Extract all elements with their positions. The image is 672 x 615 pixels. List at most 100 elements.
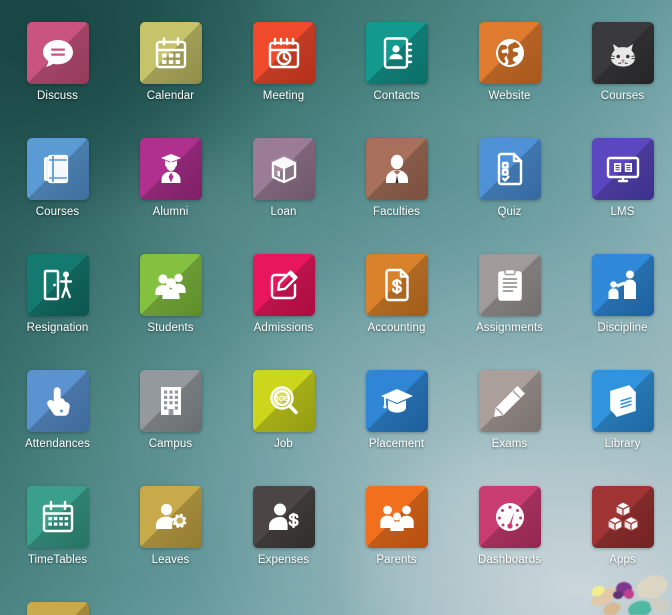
app-icon-campus-19[interactable]: Campus xyxy=(114,370,227,450)
app-tile[interactable] xyxy=(252,486,315,548)
app-icon-label: Expenses xyxy=(257,554,310,566)
app-tile[interactable] xyxy=(26,138,89,200)
calendar-grid-icon xyxy=(40,499,76,535)
pencil-icon xyxy=(492,383,528,419)
app-icon-label: Leaves xyxy=(151,554,190,566)
app-icon-calendar-1[interactable]: Calendar xyxy=(114,22,227,102)
app-icon-label: Faculties xyxy=(373,206,420,218)
app-icon-job-20[interactable]: JOB Job xyxy=(227,370,340,450)
job-search-icon: JOB xyxy=(266,383,302,419)
edit-square-icon xyxy=(266,267,302,303)
app-icon-lms-11[interactable]: LMS xyxy=(566,138,672,218)
app-icon-label: Job xyxy=(274,438,293,450)
app-tile[interactable] xyxy=(139,254,202,316)
box-alert-icon xyxy=(266,151,302,187)
app-tile[interactable] xyxy=(139,138,202,200)
monitor-book-icon xyxy=(605,151,641,187)
app-tile[interactable] xyxy=(478,138,541,200)
dollar-document-icon xyxy=(379,267,415,303)
app-icon-loan-8[interactable]: Loan xyxy=(227,138,340,218)
graduation-cap-icon xyxy=(379,383,415,419)
app-icon-dashboards-28[interactable]: Dashboards xyxy=(453,486,566,566)
app-tile[interactable] xyxy=(252,138,315,200)
globe-icon xyxy=(492,35,528,71)
app-tile[interactable] xyxy=(26,602,89,615)
app-tile[interactable] xyxy=(478,486,541,548)
app-icon-label: Exams xyxy=(491,438,528,450)
app-tile[interactable] xyxy=(591,486,654,548)
app-tile[interactable] xyxy=(365,22,428,84)
app-icon-discuss-0[interactable]: Discuss xyxy=(1,22,114,102)
app-icon-settings-30[interactable]: Settings xyxy=(1,602,114,615)
app-icon-label: LMS xyxy=(610,206,635,218)
app-icon-contacts-3[interactable]: Contacts xyxy=(340,22,453,102)
app-icon-courses-5[interactable]: Courses xyxy=(566,22,672,102)
app-tile[interactable]: JOB xyxy=(252,370,315,432)
speech-bubble-icon xyxy=(40,35,76,71)
app-icon-label: Parents xyxy=(376,554,417,566)
app-tile[interactable] xyxy=(478,370,541,432)
app-icon-label: Discuss xyxy=(37,90,78,102)
app-icon-accounting-15[interactable]: Accounting xyxy=(340,254,453,334)
app-tile[interactable] xyxy=(252,254,315,316)
calendar-clock-icon xyxy=(266,35,302,71)
app-tile[interactable] xyxy=(26,254,89,316)
app-tile[interactable] xyxy=(591,254,654,316)
app-icon-quiz-10[interactable]: Quiz xyxy=(453,138,566,218)
app-tile[interactable] xyxy=(478,22,541,84)
app-tile[interactable] xyxy=(26,22,89,84)
hand-pointer-icon xyxy=(40,383,76,419)
gauge-icon xyxy=(492,499,528,535)
checklist-doc-icon xyxy=(492,151,528,187)
app-icon-students-13[interactable]: Students xyxy=(114,254,227,334)
app-tile[interactable] xyxy=(26,370,89,432)
graduate-person-icon xyxy=(153,151,189,187)
app-icon-library-23[interactable]: Library xyxy=(566,370,672,450)
app-icon-label: Library xyxy=(604,438,641,450)
app-icon-label: Students xyxy=(147,322,194,334)
app-tile[interactable] xyxy=(591,22,654,84)
exit-door-icon xyxy=(40,267,76,303)
cat-face-icon xyxy=(605,35,641,71)
app-tile[interactable] xyxy=(591,138,654,200)
app-tile[interactable] xyxy=(365,370,428,432)
app-icon-admissions-14[interactable]: Admissions xyxy=(227,254,340,334)
app-icon-label: Campus xyxy=(148,438,193,450)
app-icon-faculties-9[interactable]: Faculties xyxy=(340,138,453,218)
app-tile[interactable] xyxy=(365,254,428,316)
app-icon-resignation-12[interactable]: Resignation xyxy=(1,254,114,334)
app-tile[interactable] xyxy=(139,370,202,432)
app-icon-meeting-2[interactable]: Meeting xyxy=(227,22,340,102)
app-icon-label: Dashboards xyxy=(477,554,541,566)
app-icon-discipline-17[interactable]: Discipline xyxy=(566,254,672,334)
app-tile[interactable] xyxy=(591,370,654,432)
app-icon-label: Resignation xyxy=(26,322,89,334)
books-icon xyxy=(40,151,76,187)
book-icon xyxy=(605,383,641,419)
app-icon-leaves-25[interactable]: Leaves xyxy=(114,486,227,566)
clipboard-icon xyxy=(492,267,528,303)
app-tile[interactable] xyxy=(139,22,202,84)
app-icon-attendances-18[interactable]: Attendances xyxy=(1,370,114,450)
app-tile[interactable] xyxy=(252,22,315,84)
app-tile[interactable] xyxy=(365,486,428,548)
app-icon-label: Discipline xyxy=(597,322,648,334)
app-icon-courses-6[interactable]: Courses xyxy=(1,138,114,218)
app-icon-placement-21[interactable]: Placement xyxy=(340,370,453,450)
family-icon xyxy=(379,499,415,535)
app-icon-label: Website xyxy=(488,90,531,102)
app-tile[interactable] xyxy=(139,486,202,548)
app-icon-assignments-16[interactable]: Assignments xyxy=(453,254,566,334)
app-icon-label: Loan xyxy=(270,206,297,218)
app-icon-apps-29[interactable]: Apps xyxy=(566,486,672,566)
app-tile[interactable] xyxy=(26,486,89,548)
app-icon-exams-22[interactable]: Exams xyxy=(453,370,566,450)
app-icon-alumni-7[interactable]: Alumni xyxy=(114,138,227,218)
app-icon-timetables-24[interactable]: TimeTables xyxy=(1,486,114,566)
app-icon-expenses-26[interactable]: Expenses xyxy=(227,486,340,566)
app-tile[interactable] xyxy=(478,254,541,316)
app-tile[interactable] xyxy=(365,138,428,200)
app-icon-website-4[interactable]: Website xyxy=(453,22,566,102)
svg-text:JOB: JOB xyxy=(274,396,288,403)
app-icon-parents-27[interactable]: Parents xyxy=(340,486,453,566)
